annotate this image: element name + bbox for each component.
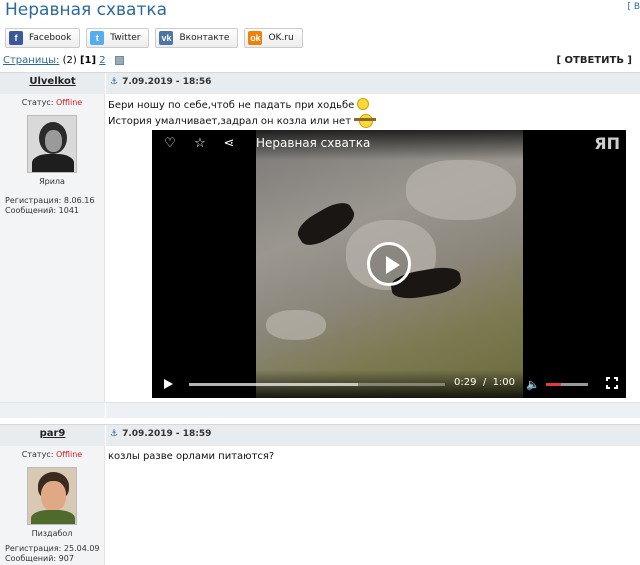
weightlifter-smiley-icon [354,113,377,128]
post-date: ⚓ 7.09.2019 - 18:59 [110,429,212,439]
share-label: Twitter [110,33,141,43]
play-button[interactable] [367,242,411,286]
anchor-icon[interactable]: ⚓ [110,429,118,439]
post-header: par9 ⚓ 7.09.2019 - 18:59 [0,424,640,447]
buffer-fill [189,383,358,386]
user-rank: Пиздабол [31,529,73,538]
fullscreen-icon[interactable] [606,377,618,389]
share-label: Вконтакте [179,33,230,43]
user-status: Статус: Offline [21,450,83,459]
ok-icon: ok [248,31,263,45]
share-bar: f Facebook t Twitter vk Вконтакте ok OK.… [5,28,303,48]
avatar[interactable] [27,467,77,525]
vk-icon: vk [159,31,174,45]
corner-link[interactable]: [ В [627,2,640,12]
user-stats: Регистрация: 8.06.16 Сообщений: 1041 [5,196,95,215]
yaplakal-logo: ЯП [594,134,620,153]
post-date: ⚓ 7.09.2019 - 18:56 [110,77,212,87]
volume-icon[interactable]: 🔈 [526,378,540,391]
post-separator [0,402,640,419]
seek-bar[interactable] [189,383,445,386]
video-title: Неравная схватка [256,136,371,150]
video-player[interactable]: ♡ ☆ ⋖ Неравная схватка ЯП 0:29 / 1:00 🔈 [152,130,626,398]
share-icon[interactable]: ⋖ [221,136,237,152]
share-label: Facebook [29,33,72,43]
page-link-2[interactable]: 2 [99,55,105,66]
post-text-line: козлы разве орлами питаются? [108,451,275,462]
user-rank: Ярила [39,177,65,186]
post-text-line: Бери ношу по себе,чтоб не падать при ход… [108,98,376,113]
time-display: 0:29 / 1:00 [454,377,516,388]
current-page: [1] [79,55,97,66]
page-title: Неравная схватка [5,0,168,20]
facebook-icon: f [9,31,23,45]
twitter-share-button[interactable]: t Twitter [86,28,150,48]
star-icon[interactable]: ☆ [192,136,208,152]
post-text-line: История умалчивает,задрал он козла или н… [108,113,377,129]
twitter-icon: t [90,31,105,45]
share-label: OK.ru [268,33,294,43]
user-sidebar: Статус: Offline Пиздабол Регистрация: 25… [0,446,105,565]
user-stats: Регистрация: 25.04.09 Сообщений: 907 [5,544,100,563]
post-author[interactable]: Ulvelkot [0,76,105,87]
heart-icon[interactable]: ♡ [162,136,178,152]
pagination-row: Страницы: (2) [1] 2 [ ОТВЕТИТЬ ] [0,55,640,69]
play-icon[interactable] [164,379,173,389]
divider [105,425,106,447]
pages-count: (2) [62,55,77,66]
vk-share-button[interactable]: vk Вконтакте [155,28,239,48]
volume-slider[interactable] [546,383,588,386]
reply-button[interactable]: [ ОТВЕТИТЬ ] [556,55,632,66]
post-body: Бери ношу по себе,чтоб не падать при ход… [108,98,377,129]
post-header: Ulvelkot ⚓ 7.09.2019 - 18:56 [0,72,640,95]
divider [105,73,106,95]
avatar[interactable] [27,115,77,173]
pages-menu-icon[interactable] [114,55,124,65]
pages-label[interactable]: Страницы: [3,55,59,66]
anchor-icon[interactable]: ⚓ [110,77,118,87]
video-controls: 0:29 / 1:00 🔈 [152,370,626,398]
volume-level [546,383,561,386]
ok-share-button[interactable]: ok OK.ru [244,28,303,48]
post-body: козлы разве орлами питаются? [108,450,274,464]
user-status: Статус: Offline [21,98,83,107]
video-top-bar: ♡ ☆ ⋖ Неравная схватка ЯП [152,130,626,160]
pagination: Страницы: (2) [1] 2 [3,55,124,66]
user-sidebar: Статус: Offline Ярила Регистрация: 8.06.… [0,94,105,402]
facebook-share-button[interactable]: f Facebook [5,28,81,48]
smiley-icon [357,98,370,110]
post-author[interactable]: par9 [0,428,105,439]
